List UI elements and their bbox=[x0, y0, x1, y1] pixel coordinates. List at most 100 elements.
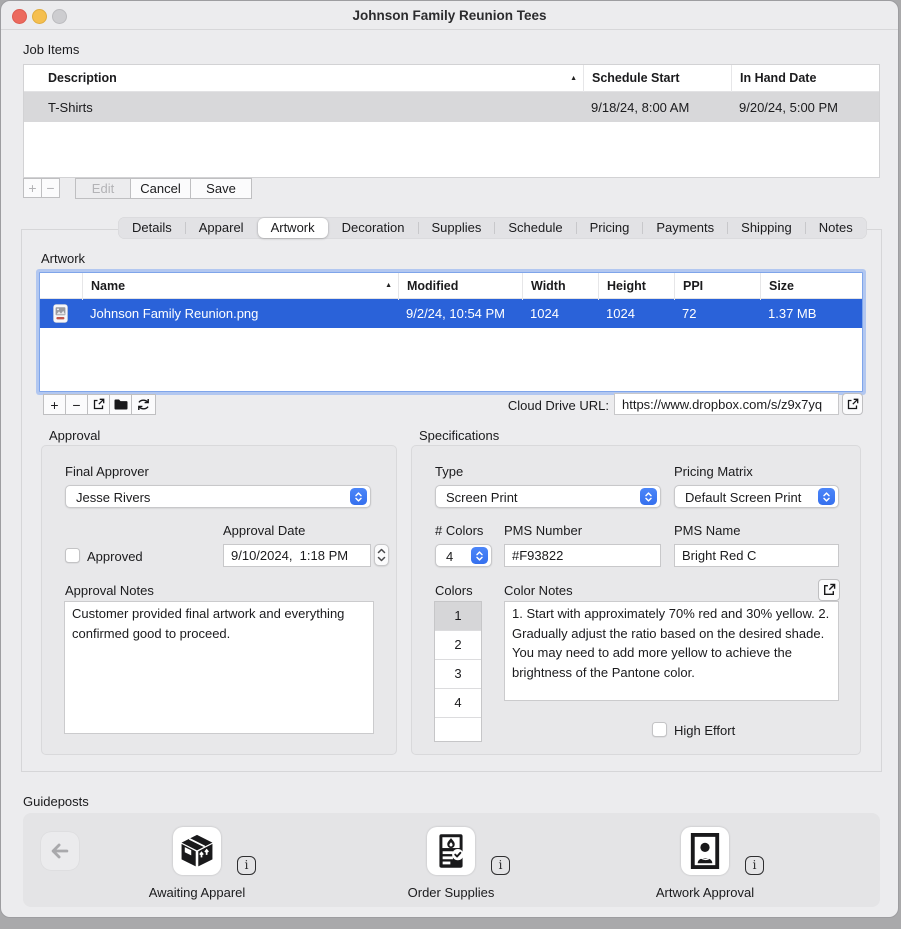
approved-label: Approved bbox=[87, 549, 143, 564]
tab-decoration[interactable]: Decoration bbox=[329, 218, 418, 238]
color-item-3[interactable]: 3 bbox=[435, 660, 481, 689]
stepper-up-down-icon bbox=[377, 547, 386, 563]
guidepost-back-button[interactable] bbox=[41, 832, 79, 870]
color-notes-open-button[interactable] bbox=[818, 579, 840, 601]
guidepost-awaiting-apparel-button[interactable] bbox=[173, 827, 221, 875]
framed-portrait-icon bbox=[687, 833, 723, 869]
artwork-col-icon bbox=[40, 273, 82, 300]
guidepost-order-supplies-button[interactable] bbox=[427, 827, 475, 875]
color-notes-textarea[interactable]: 1. Start with approximately 70% red and … bbox=[504, 601, 839, 701]
artwork-header: Name ▲ Modified Width Height PPI Size bbox=[40, 273, 862, 299]
colors-list-label: Colors bbox=[435, 583, 473, 598]
color-item-2[interactable]: 2 bbox=[435, 631, 481, 660]
artwork-col-size[interactable]: Size bbox=[760, 273, 862, 300]
job-items-header: Description ▲ Schedule Start In Hand Dat… bbox=[24, 65, 879, 92]
job-item-schedule-start: 9/18/24, 8:00 AM bbox=[583, 100, 731, 115]
tab-shipping[interactable]: Shipping bbox=[728, 218, 805, 238]
minus-icon: − bbox=[72, 397, 80, 413]
color-item-1[interactable]: 1 bbox=[435, 602, 481, 631]
back-arrow-icon bbox=[49, 840, 71, 862]
guidepost-awaiting-apparel-label: Awaiting Apparel bbox=[127, 885, 267, 900]
artwork-section-label: Artwork bbox=[41, 251, 85, 266]
package-icon bbox=[179, 833, 215, 869]
chevron-up-down-icon bbox=[471, 547, 488, 564]
pms-name-input[interactable] bbox=[674, 544, 839, 567]
artwork-row[interactable]: Johnson Family Reunion.png 9/2/24, 10:54… bbox=[40, 299, 862, 328]
artwork-folder-button[interactable] bbox=[109, 394, 132, 415]
job-remove-button[interactable]: − bbox=[41, 178, 60, 198]
awaiting-apparel-info-icon[interactable]: i bbox=[237, 856, 256, 875]
title-bar[interactable]: Johnson Family Reunion Tees bbox=[1, 1, 898, 30]
high-effort-checkbox[interactable] bbox=[652, 722, 667, 737]
colors-list: 1 2 3 4 bbox=[434, 601, 482, 742]
guidepost-order-supplies-label: Order Supplies bbox=[381, 885, 521, 900]
refresh-icon bbox=[136, 398, 151, 411]
png-file-icon bbox=[40, 304, 82, 323]
pms-number-label: PMS Number bbox=[504, 523, 582, 538]
cloud-drive-open-button[interactable] bbox=[842, 393, 863, 415]
job-cancel-button[interactable]: Cancel bbox=[130, 178, 191, 199]
artwork-size: 1.37 MB bbox=[760, 306, 862, 321]
color-item-4[interactable]: 4 bbox=[435, 689, 481, 718]
pricing-matrix-value: Default Screen Print bbox=[685, 486, 801, 509]
artwork-col-ppi[interactable]: PPI bbox=[674, 273, 760, 300]
job-item-row[interactable]: T-Shirts 9/18/24, 8:00 AM 9/20/24, 5:00 … bbox=[24, 92, 879, 122]
approval-notes-textarea[interactable]: Customer provided final artwork and ever… bbox=[64, 601, 374, 734]
job-items-col-in-hand-date[interactable]: In Hand Date bbox=[731, 65, 879, 92]
cloud-drive-url-input[interactable] bbox=[614, 393, 839, 415]
chevron-up-down-icon bbox=[818, 488, 835, 505]
artwork-refresh-button[interactable] bbox=[131, 394, 156, 415]
plus-icon: + bbox=[50, 397, 58, 413]
window-title: Johnson Family Reunion Tees bbox=[1, 1, 898, 30]
approval-section-label: Approval bbox=[49, 428, 100, 443]
high-effort-label: High Effort bbox=[674, 723, 735, 738]
artwork-col-modified[interactable]: Modified bbox=[398, 273, 522, 300]
tab-schedule[interactable]: Schedule bbox=[495, 218, 575, 238]
artwork-col-name[interactable]: Name ▲ bbox=[82, 273, 398, 300]
guideposts-section-label: Guideposts bbox=[23, 794, 89, 809]
artwork-table: Name ▲ Modified Width Height PPI Size Jo… bbox=[39, 272, 863, 392]
tab-details[interactable]: Details bbox=[119, 218, 185, 238]
artwork-open-external-button[interactable] bbox=[87, 394, 110, 415]
approved-checkbox[interactable] bbox=[65, 548, 80, 563]
specifications-section-label: Specifications bbox=[419, 428, 499, 443]
open-external-icon bbox=[92, 398, 105, 411]
open-external-icon bbox=[846, 398, 859, 411]
job-add-button[interactable]: + bbox=[23, 178, 42, 198]
type-select[interactable]: Screen Print bbox=[435, 485, 661, 508]
tab-notes[interactable]: Notes bbox=[806, 218, 866, 238]
tab-pricing[interactable]: Pricing bbox=[577, 218, 643, 238]
approval-date-stepper[interactable] bbox=[374, 544, 389, 566]
job-items-table: Description ▲ Schedule Start In Hand Dat… bbox=[23, 64, 880, 178]
artwork-col-width[interactable]: Width bbox=[522, 273, 598, 300]
final-approver-label: Final Approver bbox=[65, 464, 149, 479]
num-colors-select[interactable]: 4 bbox=[435, 544, 492, 567]
pms-number-input[interactable] bbox=[504, 544, 661, 567]
sort-ascending-icon: ▲ bbox=[570, 65, 577, 92]
job-edit-button[interactable]: Edit bbox=[75, 178, 131, 199]
app-window: Johnson Family Reunion Tees Job Items De… bbox=[0, 0, 899, 918]
artwork-add-button[interactable]: + bbox=[43, 394, 66, 415]
job-save-button[interactable]: Save bbox=[190, 178, 252, 199]
order-supplies-info-icon[interactable]: i bbox=[491, 856, 510, 875]
type-value: Screen Print bbox=[446, 486, 518, 509]
job-items-col-schedule-start[interactable]: Schedule Start bbox=[583, 65, 731, 92]
final-approver-select[interactable]: Jesse Rivers bbox=[65, 485, 371, 508]
job-items-col-description[interactable]: Description ▲ bbox=[24, 65, 583, 92]
guidepost-artwork-approval-button[interactable] bbox=[681, 827, 729, 875]
artwork-remove-button[interactable]: − bbox=[65, 394, 88, 415]
tab-payments[interactable]: Payments bbox=[643, 218, 727, 238]
artwork-col-height[interactable]: Height bbox=[598, 273, 674, 300]
supplies-invoice-icon bbox=[433, 833, 469, 869]
approval-date-input[interactable] bbox=[223, 544, 371, 567]
sort-ascending-icon: ▲ bbox=[385, 273, 392, 299]
tab-apparel[interactable]: Apparel bbox=[186, 218, 257, 238]
tab-bar: Details Apparel Artwork Decoration Suppl… bbox=[118, 217, 867, 239]
tab-artwork[interactable]: Artwork bbox=[258, 218, 328, 238]
job-item-description: T-Shirts bbox=[24, 100, 583, 115]
tab-supplies[interactable]: Supplies bbox=[419, 218, 495, 238]
artwork-approval-info-icon[interactable]: i bbox=[745, 856, 764, 875]
color-notes-label: Color Notes bbox=[504, 583, 573, 598]
pms-name-label: PMS Name bbox=[674, 523, 740, 538]
pricing-matrix-select[interactable]: Default Screen Print bbox=[674, 485, 839, 508]
